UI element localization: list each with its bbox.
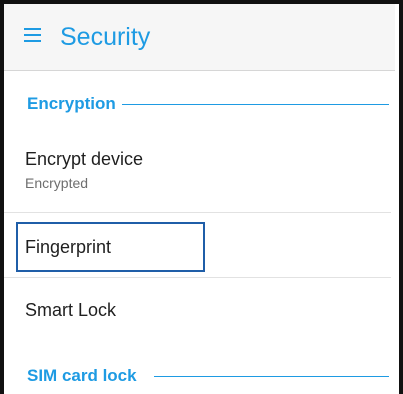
section-divider-line [154,376,389,377]
section-divider-line [122,104,389,105]
page-title: Security [60,23,151,51]
section-label-sim-card-lock: SIM card lock [27,364,141,388]
encrypt-device-title: Encrypt device [25,149,144,169]
section-label-encryption: Encryption [27,92,120,116]
list-item-smart-lock[interactable]: Smart Lock [4,278,395,340]
fingerprint-title: Fingerprint [25,237,112,257]
list-item-fingerprint[interactable]: Fingerprint [4,213,395,277]
section-header-encryption: Encryption [4,92,395,118]
list-item-encrypt-device[interactable]: Encrypt device Encrypted [4,140,395,212]
smart-lock-title: Smart Lock [25,300,117,320]
encrypt-device-status: Encrypted [25,175,89,191]
section-header-sim-card-lock: SIM card lock [4,364,395,390]
app-bar: Security [4,4,395,71]
hamburger-menu-icon[interactable] [24,28,41,42]
